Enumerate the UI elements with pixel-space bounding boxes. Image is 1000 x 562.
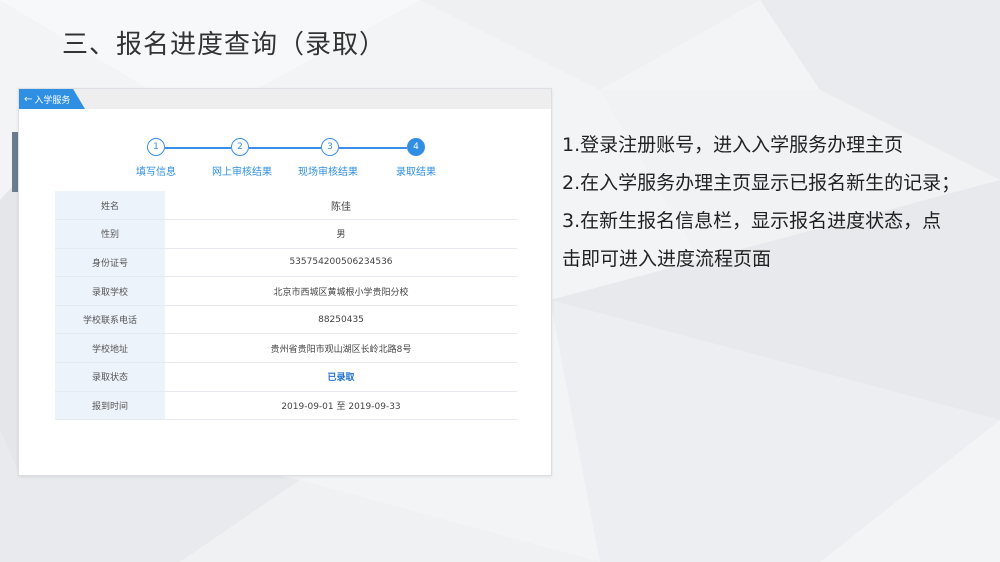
status-value: 已录取 xyxy=(165,362,517,392)
table-row: 姓名 陈佳 xyxy=(55,191,517,221)
table-row: 身份证号 535754200506234536 xyxy=(55,248,517,278)
step-3-label: 现场审核结果 xyxy=(298,167,358,178)
step-3-circle: 3 xyxy=(321,138,339,156)
arrow-left-icon: ← xyxy=(24,93,33,105)
step-2-circle: 2 xyxy=(231,138,249,156)
row-key: 学校联系电话 xyxy=(55,305,165,335)
table-row: 录取学校 北京市西城区黄城根小学贵阳分校 xyxy=(55,276,517,306)
row-key: 学校地址 xyxy=(55,333,165,364)
table-row: 学校地址 贵州省贵阳市观山湖区长岭北路8号 xyxy=(55,333,517,364)
row-value: 2019-09-01 至 2019-09-33 xyxy=(165,391,517,421)
table-row: 性别 男 xyxy=(55,219,517,249)
step-2-label: 网上审核结果 xyxy=(212,167,272,178)
step-connector xyxy=(339,147,407,149)
row-value: 北京市西城区黄城根小学贵阳分校 xyxy=(165,276,517,306)
enrollment-progress-panel: ← 入学服务 1 2 3 4 填写信息 网上审核结果 现场审核结果 录取结果 姓… xyxy=(18,88,552,476)
row-value: 贵州省贵阳市观山湖区长岭北路8号 xyxy=(165,333,517,364)
step-1-circle: 1 xyxy=(147,138,165,156)
description-line-2: 2.在入学服务办理主页显示已报名新生的记录； xyxy=(562,172,961,194)
row-key: 录取学校 xyxy=(55,276,165,306)
row-key: 身份证号 xyxy=(55,248,165,278)
description-line-4: 击即可进入进度流程页面 xyxy=(562,248,772,270)
description-line-1: 1.登录注册账号，进入入学服务办理主页 xyxy=(562,134,904,156)
row-key: 性别 xyxy=(55,219,165,249)
progress-steps: 1 2 3 4 填写信息 网上审核结果 现场审核结果 录取结果 xyxy=(19,135,553,179)
back-button-label: 入学服务 xyxy=(34,95,71,106)
table-row: 学校联系电话 88250435 xyxy=(55,305,517,335)
description-line-3: 3.在新生报名信息栏，显示报名进度状态，点 xyxy=(562,210,942,232)
step-connector xyxy=(165,147,231,149)
slide-title: 三、报名进度查询（录取） xyxy=(62,30,387,60)
row-value: 88250435 xyxy=(165,305,517,335)
step-connector xyxy=(249,147,321,149)
step-1-label: 填写信息 xyxy=(136,167,176,178)
table-row: 报到时间 2019-09-01 至 2019-09-33 xyxy=(55,391,517,421)
description-text: 1.登录注册账号，进入入学服务办理主页 2.在入学服务办理主页显示已报名新生的记… xyxy=(562,126,992,278)
panel-header xyxy=(19,89,551,109)
row-key: 录取状态 xyxy=(55,362,165,392)
row-value: 535754200506234536 xyxy=(165,248,517,278)
step-4-circle: 4 xyxy=(407,138,425,156)
step-4-label: 录取结果 xyxy=(396,167,436,178)
row-key: 姓名 xyxy=(55,191,165,221)
enrollment-info-table: 姓名 陈佳 性别 男 身份证号 535754200506234536 录取学校 … xyxy=(55,191,517,421)
table-row: 录取状态 已录取 xyxy=(55,362,517,392)
row-value: 男 xyxy=(165,219,517,249)
row-value: 陈佳 xyxy=(165,191,517,221)
row-key: 报到时间 xyxy=(55,391,165,421)
